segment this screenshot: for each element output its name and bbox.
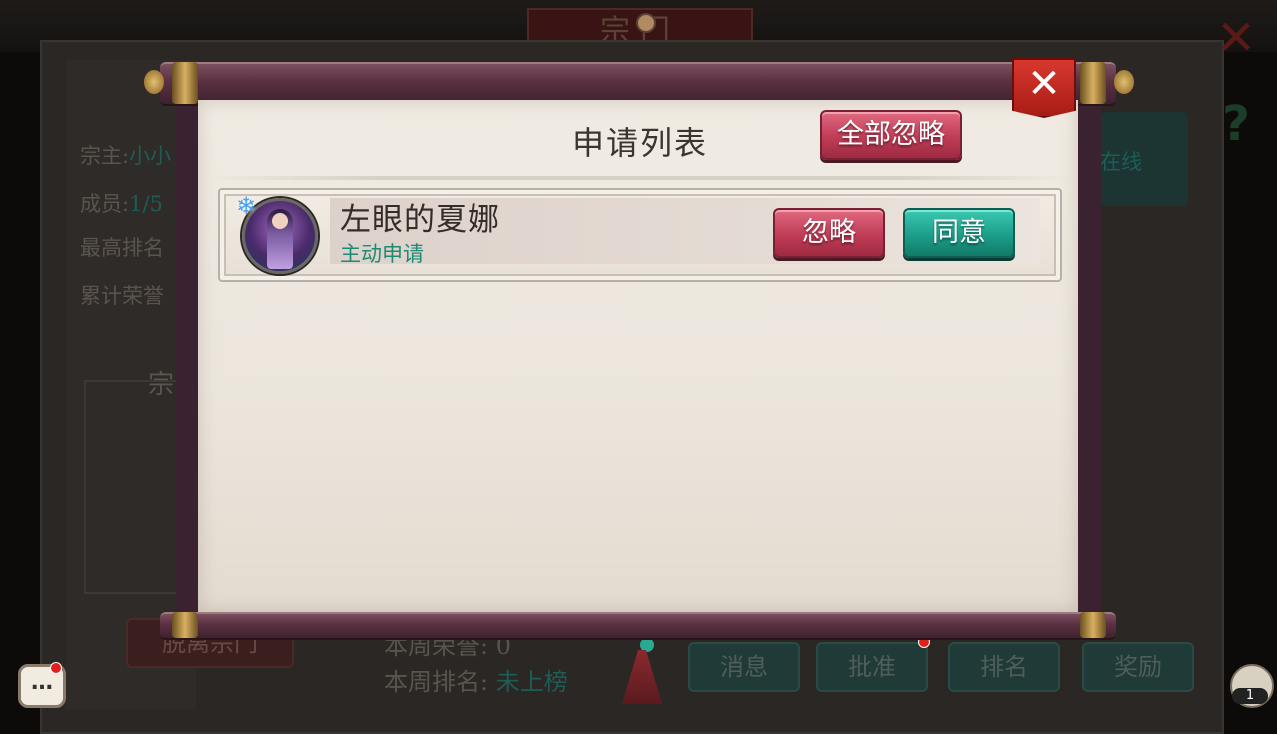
string-knot <box>636 13 656 33</box>
weekly-rank: 本周排名: 未上榜 <box>384 668 568 696</box>
close-button[interactable]: ✕ <box>1012 58 1076 118</box>
member-info: 成员:1/5 <box>80 192 163 216</box>
close-icon-background: ✕ <box>1215 10 1257 66</box>
rod-end-right-top <box>1114 70 1134 94</box>
tab-approve: 批准 <box>816 642 928 692</box>
rod-cap-right-bottom <box>1080 612 1106 638</box>
tab-ranking: 排名 <box>948 642 1060 692</box>
tab-rewards: 奖励 <box>1082 642 1194 692</box>
ignore-all-button[interactable]: 全部忽略 <box>820 110 962 160</box>
leader-info: 宗主:小小 <box>80 144 172 168</box>
help-icon: ? <box>1222 96 1250 152</box>
friends-count: 1 <box>1232 688 1268 704</box>
title-divider <box>206 176 1072 180</box>
online-label: 在线 <box>1100 150 1142 174</box>
tab-messages: 消息 <box>688 642 800 692</box>
scroll-rod-bottom <box>160 612 1116 640</box>
agree-button[interactable]: 同意 <box>903 208 1015 258</box>
chat-notification-dot <box>50 662 62 674</box>
top-rank-label: 最高排名 <box>80 236 164 260</box>
total-honor-label: 累计荣誉 <box>80 284 164 308</box>
dialog-title: 申请列表 <box>571 124 708 162</box>
ignore-button[interactable]: 忽略 <box>773 208 885 258</box>
rod-cap-left-bottom <box>172 612 198 638</box>
avatar-face <box>272 213 288 229</box>
rod-cap-right-top <box>1080 62 1106 104</box>
snowflake-badge-icon: ❄ <box>235 192 257 220</box>
player-name: 左眼的夏娜 <box>340 202 500 238</box>
request-type: 主动申请 <box>340 242 424 266</box>
close-icon: ✕ <box>1027 61 1061 107</box>
sect-section-label: 宗 <box>148 370 175 400</box>
rod-cap-left-top <box>172 62 198 104</box>
tassel-bead <box>640 638 654 652</box>
rod-end-left-top <box>144 70 164 94</box>
